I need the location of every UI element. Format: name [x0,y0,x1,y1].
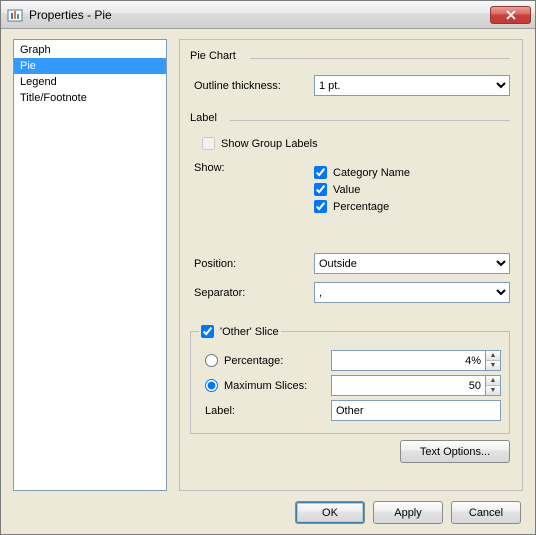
position-label: Position: [194,258,314,270]
other-slice-checkbox[interactable] [201,325,214,338]
close-icon [506,10,516,20]
client-area: Graph Pie Legend Title/Footnote Pie Char… [1,29,535,534]
properties-dialog: Properties - Pie Graph Pie Legend Title/… [0,0,536,535]
window-title: Properties - Pie [29,8,490,22]
outline-thickness-label: Outline thickness: [194,80,314,92]
max-slices-input[interactable] [331,375,485,396]
content-columns: Graph Pie Legend Title/Footnote Pie Char… [13,39,523,491]
label-group: Label Show Group Labels Show: [190,120,510,311]
category-name-label: Category Name [333,167,410,179]
titlebar: Properties - Pie [1,1,535,29]
dialog-footer: OK Apply Cancel [13,491,523,526]
other-slice-group: 'Other' Slice Percentage: ▲ [190,325,510,434]
percentage-checkbox[interactable] [314,200,327,213]
outline-thickness-select[interactable]: 1 pt. [314,75,510,96]
other-slice-label: 'Other' Slice [220,326,279,338]
category-name-checkbox[interactable] [314,166,327,179]
show-label: Show: [194,162,314,174]
value-checkbox[interactable] [314,183,327,196]
separator-label: Separator: [194,287,314,299]
other-label-input[interactable] [331,400,501,421]
text-options-button[interactable]: Text Options... [400,440,510,463]
nav-item-graph[interactable]: Graph [14,42,166,58]
close-button[interactable] [490,6,531,24]
max-slices-spin-up[interactable]: ▲ [486,376,500,386]
ok-button[interactable]: OK [295,501,365,524]
percentage-spin: ▲ ▼ [331,350,501,371]
max-slices-spin-down[interactable]: ▼ [486,386,500,395]
label-group-legend: Label [190,112,219,124]
pie-chart-group: Pie Chart Outline thickness: 1 pt. [190,58,510,104]
percentage-label: Percentage [333,201,389,213]
pie-chart-legend: Pie Chart [190,50,238,62]
percentage-radio-label: Percentage: [224,355,283,367]
cancel-button[interactable]: Cancel [451,501,521,524]
app-icon [7,7,23,23]
category-list[interactable]: Graph Pie Legend Title/Footnote [13,39,167,491]
show-group-labels-label: Show Group Labels [221,138,318,150]
value-label: Value [333,184,360,196]
nav-item-title-footnote[interactable]: Title/Footnote [14,90,166,106]
percentage-radio[interactable] [205,354,218,367]
percentage-spin-down[interactable]: ▼ [486,361,500,370]
percentage-input[interactable] [331,350,485,371]
max-slices-radio-label: Maximum Slices: [224,380,307,392]
show-group-labels-checkbox [202,137,215,150]
separator-select[interactable]: , [314,282,510,303]
max-slices-spin: ▲ ▼ [331,375,501,396]
other-label-label: Label: [199,405,317,417]
percentage-spin-up[interactable]: ▲ [486,351,500,361]
nav-item-legend[interactable]: Legend [14,74,166,90]
position-select[interactable]: Outside [314,253,510,274]
settings-panel: Pie Chart Outline thickness: 1 pt. [179,39,523,491]
max-slices-radio[interactable] [205,379,218,392]
apply-button[interactable]: Apply [373,501,443,524]
nav-item-pie[interactable]: Pie [14,58,166,74]
